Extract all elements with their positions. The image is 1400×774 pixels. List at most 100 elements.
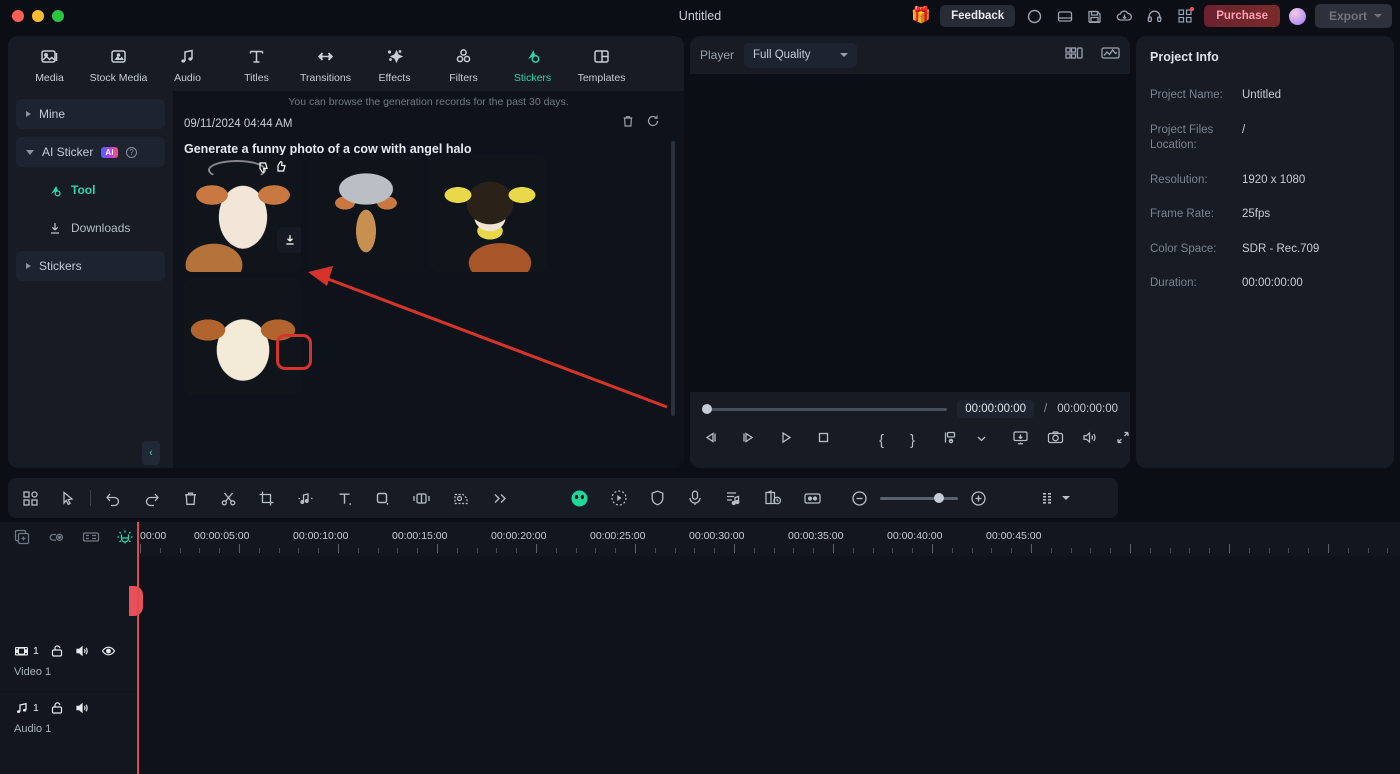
zoom-out-icon[interactable] <box>851 490 868 507</box>
splitscreen-icon[interactable] <box>803 490 822 507</box>
video-track-label: Video 1 <box>14 666 52 678</box>
zoom-in-icon[interactable] <box>970 490 987 507</box>
crop-icon[interactable] <box>258 490 275 507</box>
feedback-button[interactable]: Feedback <box>940 5 1016 27</box>
group-icon[interactable] <box>82 529 100 551</box>
close-window-button[interactable] <box>12 10 24 22</box>
beat-icon[interactable] <box>724 489 742 507</box>
generation-scrollbar[interactable] <box>671 141 675 416</box>
expand-icon[interactable] <box>1115 430 1130 450</box>
export-button[interactable]: Export <box>1314 4 1392 28</box>
ai-orb-icon[interactable] <box>570 489 589 508</box>
tab-titles[interactable]: Titles <box>223 43 290 84</box>
audio-wave-icon[interactable] <box>296 490 315 507</box>
mark-in-button[interactable]: { <box>879 432 884 449</box>
refresh-icon[interactable] <box>646 114 660 133</box>
quality-select[interactable]: Full Quality <box>744 42 858 68</box>
cursor-icon[interactable] <box>60 490 77 507</box>
text-icon[interactable] <box>336 490 353 507</box>
result-thumbnail-1[interactable] <box>184 155 301 272</box>
monitor-save-icon[interactable] <box>1012 430 1030 450</box>
redo-icon[interactable] <box>143 490 161 507</box>
greenscreen-icon[interactable] <box>763 489 782 507</box>
seek-slider[interactable] <box>702 404 948 414</box>
eye-icon[interactable] <box>101 644 116 658</box>
render-bars-icon[interactable] <box>1041 490 1056 507</box>
gift-icon[interactable]: 🎁 <box>911 8 931 24</box>
motion-icon[interactable] <box>610 489 628 507</box>
tab-stock-media[interactable]: Stock Media <box>85 43 152 84</box>
trash-icon[interactable] <box>621 114 635 133</box>
speaker-icon[interactable] <box>75 644 90 658</box>
marker-dropdown[interactable] <box>976 431 987 449</box>
transition-icon[interactable] <box>412 490 431 507</box>
mask-icon[interactable] <box>452 490 470 507</box>
marker-icon[interactable] <box>942 430 959 450</box>
speaker-icon[interactable] <box>1081 430 1098 450</box>
sidebar-item-ai-sticker[interactable]: AI Sticker AI ? <box>16 137 165 167</box>
sidebar-item-downloads[interactable]: Downloads <box>16 213 165 243</box>
zoom-handle[interactable] <box>934 493 944 503</box>
sidebar-item-tool[interactable]: Tool <box>16 175 165 205</box>
waveform-scope-icon[interactable] <box>1101 45 1120 66</box>
mic-icon[interactable] <box>687 489 703 507</box>
window-controls[interactable] <box>0 10 64 22</box>
apps-grid-icon[interactable] <box>1174 6 1195 27</box>
speaker-icon[interactable] <box>75 701 90 715</box>
shape-icon[interactable] <box>374 490 391 507</box>
collapse-sidebar-button[interactable]: ‹ <box>142 441 160 465</box>
result-thumbnail-4[interactable] <box>184 278 301 395</box>
avatar[interactable] <box>1288 7 1306 25</box>
mark-out-button[interactable]: } <box>910 432 915 449</box>
zoom-slider[interactable] <box>880 493 958 503</box>
result-thumbnail-3[interactable] <box>430 155 547 272</box>
stop-button[interactable] <box>816 430 832 450</box>
thumbs-down-icon[interactable] <box>256 160 270 179</box>
grid-view-icon[interactable] <box>1065 45 1083 66</box>
layout-grid-icon[interactable] <box>22 490 39 507</box>
tab-filters[interactable]: Filters <box>430 43 497 84</box>
lock-icon[interactable] <box>50 701 64 715</box>
save-icon[interactable] <box>1084 6 1105 27</box>
ruler-tick <box>654 548 656 553</box>
shield-icon[interactable] <box>649 489 666 507</box>
maximize-window-button[interactable] <box>52 10 64 22</box>
tab-stickers[interactable]: Stickers <box>499 43 566 84</box>
sidebar-item-stickers[interactable]: Stickers <box>16 251 165 281</box>
thumbs-up-icon[interactable] <box>274 160 288 179</box>
chevrons-right-icon[interactable] <box>491 490 508 507</box>
tab-templates[interactable]: Templates <box>568 43 635 84</box>
tab-transitions[interactable]: Transitions <box>292 43 359 84</box>
playhead-line[interactable] <box>137 522 139 774</box>
download-result-button[interactable] <box>277 227 301 253</box>
record-icon[interactable] <box>1024 6 1045 27</box>
ruler-ticks[interactable]: 00:00 00:00:05:00 00:00:10:00 00:00:15:0… <box>138 522 1400 556</box>
screen-icon[interactable] <box>1054 6 1075 27</box>
add-track-icon[interactable] <box>14 529 31 551</box>
sidebar-item-mine[interactable]: Mine <box>16 99 165 129</box>
minimize-window-button[interactable] <box>32 10 44 22</box>
next-frame-button[interactable] <box>740 430 757 450</box>
cloud-upload-icon[interactable] <box>1114 6 1135 27</box>
prev-frame-button[interactable] <box>702 430 719 450</box>
play-button[interactable] <box>778 430 795 450</box>
link-icon[interactable] <box>47 529 66 551</box>
chevron-down-icon[interactable] <box>1062 496 1070 500</box>
tab-audio[interactable]: Audio <box>154 43 221 84</box>
tab-media[interactable]: Media <box>16 43 83 84</box>
lock-icon[interactable] <box>50 644 64 658</box>
headset-icon[interactable] <box>1144 6 1165 27</box>
seek-handle[interactable] <box>702 404 712 414</box>
current-timecode[interactable]: 00:00:00:00 <box>957 400 1035 418</box>
purchase-button[interactable]: Purchase <box>1204 5 1280 27</box>
undo-icon[interactable] <box>104 490 122 507</box>
trash-icon[interactable] <box>182 490 199 507</box>
result-thumbnail-2[interactable] <box>307 155 424 272</box>
camera-icon[interactable] <box>1047 430 1064 450</box>
magnet-icon[interactable] <box>116 529 134 551</box>
tab-effects[interactable]: Effects <box>361 43 428 84</box>
player-canvas[interactable] <box>690 74 1130 429</box>
scissors-icon[interactable] <box>220 490 237 507</box>
playhead-grip[interactable] <box>129 586 143 616</box>
help-icon[interactable]: ? <box>125 146 137 158</box>
